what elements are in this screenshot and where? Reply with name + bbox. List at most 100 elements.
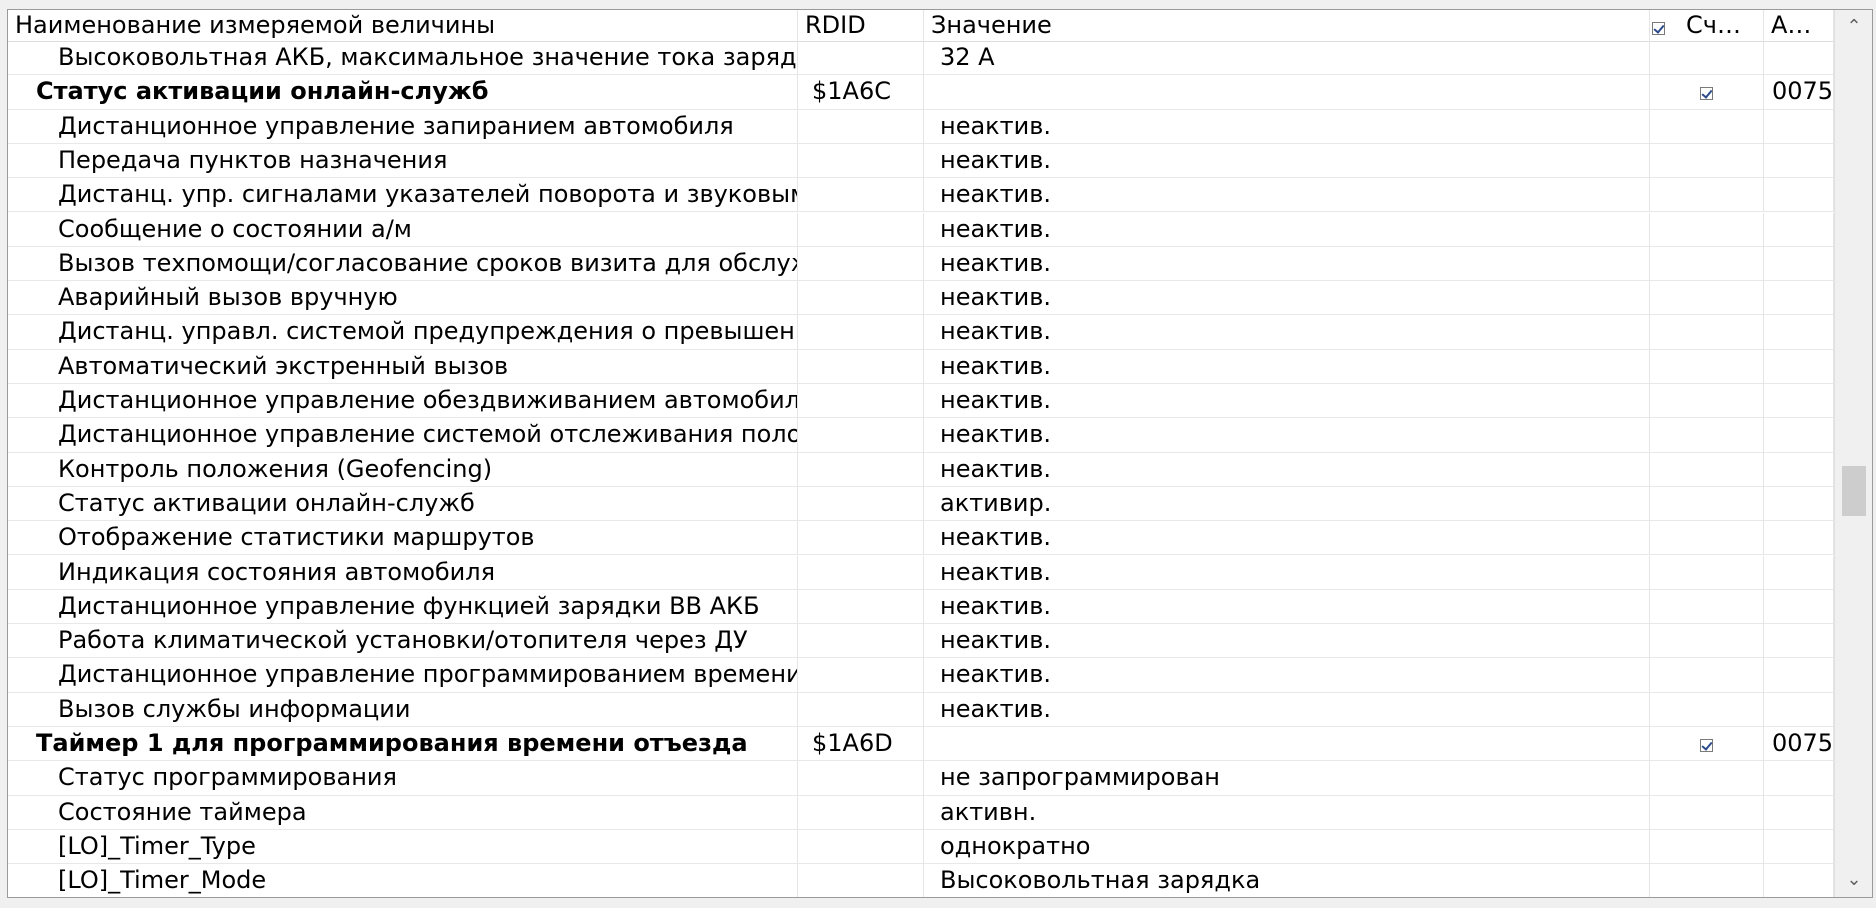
row-value: неактив. [924, 349, 1650, 384]
table-row[interactable]: Статус активации онлайн-служб активир. [8, 486, 1834, 522]
row-addr [1764, 109, 1834, 144]
row-name: Аварийный вызов вручную [8, 281, 798, 316]
row-read-cell [1650, 658, 1764, 693]
table-row[interactable]: Дистанц. упр. сигналами указателей повор… [8, 178, 1834, 213]
row-name: Работа климатической установки/отопителя… [8, 624, 798, 659]
row-read-cell [1650, 727, 1764, 761]
row-value: 32 A [924, 41, 1650, 75]
row-rdid [798, 555, 924, 590]
row-name: Состояние таймера [8, 795, 798, 830]
row-value: неактив. [924, 418, 1650, 453]
vertical-scrollbar[interactable]: ⌃ ⌄ [1834, 10, 1872, 897]
table-row[interactable]: Вызов техпомощи/согласование сроков визи… [8, 246, 1834, 282]
row-read-cell [1650, 75, 1764, 110]
table-row[interactable]: Аварийный вызов вручную неактив. [8, 281, 1834, 316]
table-row[interactable]: Дистанционное управление обездвиживанием… [8, 384, 1834, 419]
row-addr [1764, 452, 1834, 487]
row-addr [1764, 521, 1834, 556]
row-addr [1764, 829, 1834, 864]
row-rdid [798, 452, 924, 487]
row-read-cell [1650, 829, 1764, 864]
row-rdid [798, 692, 924, 727]
table-row[interactable]: Передача пунктов назначения неактив. [8, 143, 1834, 179]
column-header-read[interactable]: Сч… [1650, 10, 1764, 41]
row-name: Статус активации онлайн-служб [8, 75, 798, 110]
table-row[interactable]: Таймер 1 для программирования времени от… [8, 727, 1834, 762]
row-name: Отображение статистики маршрутов [8, 521, 798, 556]
row-read-cell [1650, 212, 1764, 247]
row-addr [1764, 143, 1834, 178]
row-read-cell [1650, 384, 1764, 418]
row-value: неактив. [924, 452, 1650, 487]
row-addr [1764, 281, 1834, 316]
table-row[interactable]: Состояние таймера активн. [8, 795, 1834, 830]
row-addr [1764, 486, 1834, 521]
table-row[interactable]: Дистанционное управление системой отслеж… [8, 418, 1834, 453]
row-read-checkbox[interactable] [1700, 739, 1713, 752]
column-header-name[interactable]: Наименование измеряемой величины [8, 10, 798, 41]
table-row[interactable]: Автоматический экстренный вызов неактив. [8, 349, 1834, 384]
table-row[interactable]: Статус программирования не запрограммиров… [8, 761, 1834, 796]
row-value: неактив. [924, 589, 1650, 624]
column-header-addr[interactable]: А… [1764, 10, 1834, 41]
row-addr [1764, 212, 1834, 247]
row-read-cell [1650, 589, 1764, 624]
row-value: неактив. [924, 212, 1650, 247]
table-row[interactable]: Контроль положения (Geofencing) неактив. [8, 452, 1834, 487]
table-row[interactable]: Отображение статистики маршрутов неактив. [8, 521, 1834, 556]
row-read-cell [1650, 761, 1764, 796]
row-rdid: $1A6D [798, 727, 924, 761]
row-addr [1764, 795, 1834, 830]
table-row[interactable]: Высоковольтная АКБ, максимальное значени… [8, 41, 1834, 76]
table-row[interactable]: Дистанц. управл. системой предупреждения… [8, 315, 1834, 350]
row-name: Вызов техпомощи/согласование сроков визи… [8, 246, 798, 281]
table-row[interactable]: Дистанционное управление программировани… [8, 658, 1834, 693]
table-row[interactable]: Индикация состояния автомобиля неактив. [8, 555, 1834, 590]
row-addr [1764, 384, 1834, 418]
row-name: [LO]_Timer_Type [8, 829, 798, 864]
row-value: неактив. [924, 521, 1650, 556]
row-value: неактив. [924, 178, 1650, 213]
row-read-cell [1650, 692, 1764, 727]
row-rdid [798, 178, 924, 213]
table-row[interactable]: Дистанционное управление запиранием авто… [8, 109, 1834, 144]
table-row[interactable]: [LO]_Timer_Type однократно [8, 829, 1834, 865]
row-rdid [798, 384, 924, 418]
table-row[interactable]: Сообщение о состоянии а/м неактив. [8, 212, 1834, 247]
table-row[interactable]: Статус активации онлайн-служб $1A6C 0075 [8, 75, 1834, 110]
row-rdid [798, 864, 924, 897]
row-rdid [798, 315, 924, 350]
row-addr [1764, 864, 1834, 897]
row-addr [1764, 418, 1834, 453]
chevron-up-icon[interactable]: ⌃ [1835, 10, 1872, 44]
table-row[interactable]: [LO]_Timer_Mode Высоковольтная зарядка [8, 864, 1834, 897]
row-value [924, 727, 1650, 761]
row-name: Статус программирования [8, 761, 798, 796]
row-value: неактив. [924, 143, 1650, 178]
row-read-cell [1650, 315, 1764, 350]
column-header-value[interactable]: Значение [924, 10, 1650, 41]
row-name: Автоматический экстренный вызов [8, 349, 798, 384]
row-addr [1764, 589, 1834, 624]
row-read-cell [1650, 143, 1764, 178]
table-row[interactable]: Работа климатической установки/отопителя… [8, 624, 1834, 659]
row-read-checkbox[interactable] [1700, 87, 1713, 101]
row-name: Дистанционное управление обездвиживанием… [8, 384, 798, 418]
table-row[interactable]: Дистанционное управление функцией зарядк… [8, 589, 1834, 625]
row-name: [LO]_Timer_Mode [8, 864, 798, 897]
select-all-checkbox[interactable] [1652, 22, 1665, 35]
row-rdid [798, 349, 924, 384]
row-addr [1764, 624, 1834, 659]
table-row[interactable]: Вызов службы информации неактив. [8, 692, 1834, 727]
column-header-rdid[interactable]: RDID [798, 10, 924, 41]
row-value: неактив. [924, 384, 1650, 418]
chevron-down-icon[interactable]: ⌄ [1835, 863, 1872, 897]
row-rdid [798, 589, 924, 624]
row-name: Дистанционное управление программировани… [8, 658, 798, 693]
scrollbar-thumb[interactable] [1842, 466, 1866, 516]
row-value: неактив. [924, 658, 1650, 693]
row-name: Дистанционное управление системой отслеж… [8, 418, 798, 453]
row-value: неактив. [924, 315, 1650, 350]
row-value: неактив. [924, 624, 1650, 659]
row-name: Статус активации онлайн-служб [8, 486, 798, 521]
